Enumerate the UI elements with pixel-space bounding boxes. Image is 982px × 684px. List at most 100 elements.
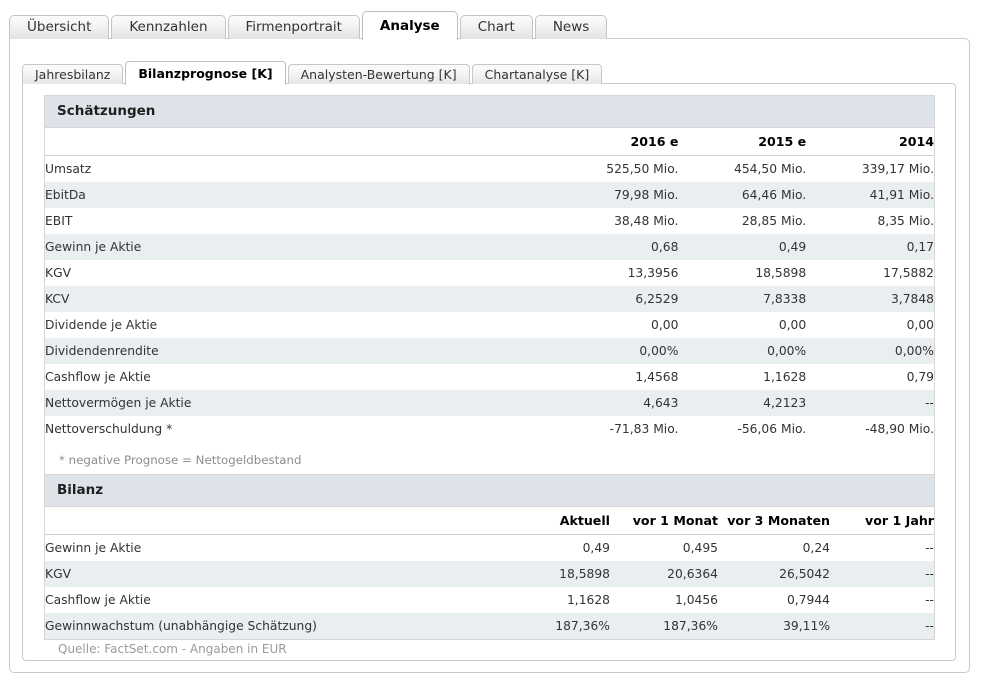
table-row: Umsatz525,50 Mio.454,50 Mio.339,17 Mio. (45, 156, 934, 183)
cell-value: 79,98 Mio. (538, 182, 679, 208)
cell-value: 0,00 (806, 312, 934, 338)
estimates-table: 2016 e2015 e2014 Umsatz525,50 Mio.454,50… (45, 128, 934, 442)
column-header-1: Aktuell (500, 507, 610, 535)
cell-value: 339,17 Mio. (806, 156, 934, 183)
table-row: KCV6,25297,83383,7848 (45, 286, 934, 312)
balance-section: Bilanz Aktuellvor 1 Monatvor 3 Monatenvo… (44, 474, 935, 640)
column-header-row-label (45, 128, 538, 156)
cell-value: 1,4568 (538, 364, 679, 390)
row-label: KGV (45, 561, 500, 587)
row-label: Cashflow je Aktie (45, 364, 538, 390)
cell-value: -- (830, 535, 934, 562)
cell-value: 6,2529 (538, 286, 679, 312)
balance-header-row: Aktuellvor 1 Monatvor 3 Monatenvor 1 Jah… (45, 507, 934, 535)
column-header-2: vor 1 Monat (610, 507, 718, 535)
table-row: Dividendenrendite0,00%0,00%0,00% (45, 338, 934, 364)
tab-label: Analyse (380, 18, 440, 34)
cell-value: 454,50 Mio. (678, 156, 806, 183)
cell-value: 28,85 Mio. (678, 208, 806, 234)
cell-value: 17,5882 (806, 260, 934, 286)
sub-tab-bar: Jahresbilanz Bilanzprognose [K] Analysten-… (22, 60, 604, 84)
subtab-label: Bilanzprognose [K] (138, 66, 272, 81)
column-header-1: 2016 e (538, 128, 679, 156)
cell-value: 38,48 Mio. (538, 208, 679, 234)
tab-label: Übersicht (27, 19, 91, 35)
cell-value: 1,1628 (500, 587, 610, 613)
row-label: EBIT (45, 208, 538, 234)
tab-chart[interactable]: Chart (460, 15, 533, 39)
cell-value: 0,00 (538, 312, 679, 338)
balance-table-head: Aktuellvor 1 Monatvor 3 Monatenvor 1 Jah… (45, 507, 934, 535)
table-row: Gewinn je Aktie0,490,4950,24-- (45, 535, 934, 562)
tab-firmenportrait[interactable]: Firmenportrait (228, 15, 360, 39)
estimates-section: Schätzungen 2016 e2015 e2014 Umsatz525,5… (44, 95, 935, 480)
balance-table: Aktuellvor 1 Monatvor 3 Monatenvor 1 Jah… (45, 507, 934, 639)
cell-value: 39,11% (718, 613, 830, 639)
cell-value: 13,3956 (538, 260, 679, 286)
cell-value: 7,8338 (678, 286, 806, 312)
cell-value: 0,00% (678, 338, 806, 364)
cell-value: -- (830, 613, 934, 639)
bilanzprognose-content-panel: Schätzungen 2016 e2015 e2014 Umsatz525,5… (22, 83, 956, 661)
source-note: Quelle: FactSet.com - Angaben in EUR (58, 642, 287, 656)
cell-value: 1,1628 (678, 364, 806, 390)
cell-value: 26,5042 (718, 561, 830, 587)
tab-label: Firmenportrait (246, 19, 342, 35)
balance-table-body: Gewinn je Aktie0,490,4950,24--KGV18,5898… (45, 535, 934, 640)
tab-news[interactable]: News (535, 15, 607, 39)
column-header-3: 2014 (806, 128, 934, 156)
cell-value: 0,00% (538, 338, 679, 364)
table-row: Dividende je Aktie0,000,000,00 (45, 312, 934, 338)
estimates-section-title: Schätzungen (45, 96, 934, 128)
cell-value: 0,17 (806, 234, 934, 260)
cell-value: 4,2123 (678, 390, 806, 416)
cell-value: 0,7944 (718, 587, 830, 613)
subtab-jahresbilanz[interactable]: Jahresbilanz (22, 64, 123, 84)
subtab-chartanalyse-k[interactable]: Chartanalyse [K] (472, 64, 603, 84)
cell-value: -56,06 Mio. (678, 416, 806, 442)
row-label: Dividendenrendite (45, 338, 538, 364)
row-label: EbitDa (45, 182, 538, 208)
tab-kennzahlen[interactable]: Kennzahlen (111, 15, 225, 39)
row-label: Nettovermögen je Aktie (45, 390, 538, 416)
table-row: Gewinn je Aktie0,680,490,17 (45, 234, 934, 260)
column-header-2: 2015 e (678, 128, 806, 156)
tab-label: Chart (478, 19, 515, 35)
tab-label: News (553, 19, 589, 35)
table-row: Gewinnwachstum (unabhängige Schätzung)18… (45, 613, 934, 639)
table-row: KGV13,395618,589817,5882 (45, 260, 934, 286)
cell-value: 64,46 Mio. (678, 182, 806, 208)
cell-value: 1,0456 (610, 587, 718, 613)
row-label: KGV (45, 260, 538, 286)
row-label: Nettoverschuldung * (45, 416, 538, 442)
estimates-header-row: 2016 e2015 e2014 (45, 128, 934, 156)
cell-value: 0,49 (500, 535, 610, 562)
estimates-table-body: Umsatz525,50 Mio.454,50 Mio.339,17 Mio.E… (45, 156, 934, 443)
column-header-row-label (45, 507, 500, 535)
subtab-analysten-bewertung-k[interactable]: Analysten-Bewertung [K] (288, 64, 470, 84)
table-row: EbitDa79,98 Mio.64,46 Mio.41,91 Mio. (45, 182, 934, 208)
table-row: EBIT38,48 Mio.28,85 Mio.8,35 Mio. (45, 208, 934, 234)
subtab-bilanzprognose-k[interactable]: Bilanzprognose [K] (125, 61, 285, 85)
cell-value: 8,35 Mio. (806, 208, 934, 234)
cell-value: 0,00 (678, 312, 806, 338)
row-label: Umsatz (45, 156, 538, 183)
cell-value: -- (806, 390, 934, 416)
table-row: KGV18,589820,636426,5042-- (45, 561, 934, 587)
cell-value: 0,24 (718, 535, 830, 562)
cell-value: 3,7848 (806, 286, 934, 312)
balance-section-title: Bilanz (45, 475, 934, 507)
cell-value: 0,68 (538, 234, 679, 260)
subtab-label: Chartanalyse [K] (485, 67, 590, 82)
cell-value: 41,91 Mio. (806, 182, 934, 208)
row-label: Gewinnwachstum (unabhängige Schätzung) (45, 613, 500, 639)
cell-value: 0,79 (806, 364, 934, 390)
row-label: Gewinn je Aktie (45, 535, 500, 562)
row-label: Gewinn je Aktie (45, 234, 538, 260)
table-row: Cashflow je Aktie1,16281,04560,7944-- (45, 587, 934, 613)
tab-übersicht[interactable]: Übersicht (9, 15, 109, 39)
subtab-label: Analysten-Bewertung [K] (301, 67, 457, 82)
cell-value: -48,90 Mio. (806, 416, 934, 442)
cell-value: 0,00% (806, 338, 934, 364)
tab-analyse[interactable]: Analyse (362, 11, 458, 40)
